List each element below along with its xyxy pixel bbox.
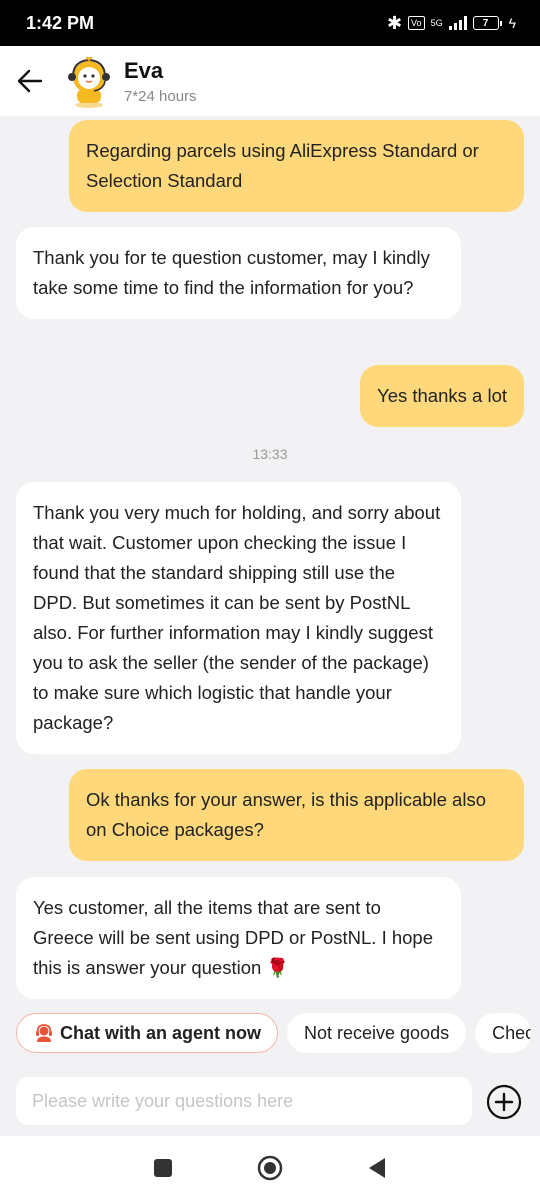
chip-label: Chat with an agent now: [60, 1022, 261, 1043]
recent-apps-button[interactable]: [148, 1153, 178, 1183]
back-arrow-icon: [17, 69, 43, 93]
quick-reply-not-receive-goods[interactable]: Not receive goods: [287, 1013, 467, 1053]
circle-icon: [257, 1155, 283, 1181]
network-type: 5G: [430, 17, 443, 28]
chip-label: Not receive goods: [304, 1022, 450, 1043]
message-text: Regarding parcels using AliExpress Stand…: [86, 140, 479, 191]
header-info: Eva 7*24 hours: [124, 58, 197, 105]
add-attachment-button[interactable]: [486, 1084, 522, 1120]
message-text: Thank you very much for holding, and sor…: [33, 502, 441, 733]
message-text: Ok thanks for your answer, is this appli…: [86, 789, 486, 840]
status-bar: 1:42 PM ✱ Vo 5G 7 ϟ: [0, 0, 540, 46]
availability-text: 7*24 hours: [124, 87, 197, 105]
back-button[interactable]: [0, 46, 60, 116]
square-icon: [154, 1159, 173, 1177]
message-timestamp: 13:33: [252, 446, 288, 462]
message-text: Yes customer, all the items that are sen…: [33, 897, 433, 978]
quick-replies: Chat with an agent now Not receive goods…: [16, 1013, 532, 1053]
battery-icon: 7: [472, 16, 502, 30]
chip-label: Check: [492, 1022, 532, 1043]
triangle-back-icon: [368, 1158, 385, 1178]
message-bubble-user: Regarding parcels using AliExpress Stand…: [69, 120, 524, 212]
contact-name: Eva: [124, 57, 164, 83]
composer: [0, 1076, 540, 1136]
message-bubble-user: Ok thanks for your answer, is this appli…: [69, 769, 524, 861]
status-time: 1:42 PM: [26, 12, 95, 33]
message-bubble-agent: Yes customer, all the items that are sen…: [16, 877, 461, 999]
bot-avatar: [68, 56, 110, 108]
message-input[interactable]: [16, 1077, 472, 1125]
message-bubble-user: Yes thanks a lot: [360, 365, 524, 427]
message-text: Yes thanks a lot: [377, 385, 507, 406]
status-icons: ✱ Vo 5G 7 ϟ: [387, 13, 516, 34]
system-nav-bar: [0, 1136, 540, 1200]
message-text: Thank you for te question customer, may …: [33, 247, 430, 298]
battery-level: 7: [482, 17, 489, 29]
agent-headset-icon: [36, 1024, 52, 1042]
message-bubble-agent: Thank you for te question customer, may …: [16, 227, 461, 319]
volte-icon: Vo: [408, 16, 425, 30]
charging-icon: ϟ: [508, 15, 516, 31]
chat-with-agent-button[interactable]: Chat with an agent now: [16, 1013, 278, 1053]
back-nav-button[interactable]: [362, 1153, 392, 1183]
quick-reply-check[interactable]: Check: [475, 1013, 532, 1053]
bluetooth-icon: ✱: [386, 12, 403, 33]
home-button[interactable]: [255, 1153, 285, 1183]
message-bubble-agent: Thank you very much for holding, and sor…: [16, 482, 461, 754]
signal-icon: [448, 16, 467, 30]
chat-header: Eva 7*24 hours: [0, 46, 540, 116]
